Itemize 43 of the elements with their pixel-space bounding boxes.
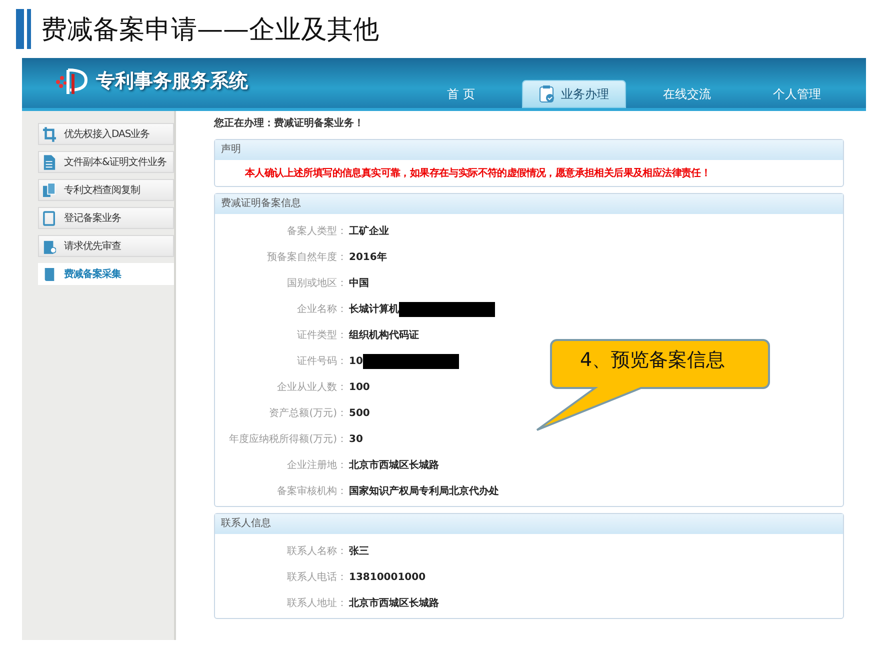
panel-header: 联系人信息: [215, 514, 843, 534]
sidebar-item[interactable]: 登记备案业务: [38, 207, 174, 229]
nav-tab[interactable]: 业务办理: [522, 80, 626, 108]
field-value: 2016年: [349, 250, 387, 264]
sidebar-item[interactable]: 优先权接入DAS业务: [38, 123, 174, 145]
field-label: 企业注册地：: [286, 458, 347, 472]
field-value: 张三: [349, 544, 369, 558]
current-task-text: 您正在办理：费减证明备案业务！: [214, 116, 365, 131]
field-value: 工矿企业: [349, 224, 389, 238]
field-value: 500: [349, 408, 370, 418]
field-label: 证件类型：: [296, 328, 347, 342]
field-label: 备案人类型：: [286, 224, 347, 238]
field-label: 年度应纳税所得额(万元)：: [228, 432, 347, 446]
field-label: 企业名称：: [296, 302, 347, 316]
sidebar-item[interactable]: 费减备案采集: [38, 263, 174, 285]
field-value: 北京市西城区长城路: [349, 458, 439, 472]
field-label: 联系人地址：: [286, 596, 347, 610]
field-value: 长城计算机: [349, 302, 399, 316]
field-value: 10: [349, 356, 363, 366]
field-value: 北京市西城区长城路: [349, 596, 439, 610]
field-label: 备案审核机构：: [276, 484, 347, 498]
field-value: 组织机构代码证: [349, 328, 419, 342]
declaration-text: 本人确认上述所填写的信息真实可靠，如果存在与实际不符的虚假情况，愿意承担相关后果及相应法律责任！: [244, 166, 712, 181]
panel-header: 声明: [215, 140, 843, 160]
field-value: 30: [349, 434, 363, 444]
slide-title: 费减备案申请——企业及其他: [41, 14, 379, 46]
sidebar-item[interactable]: 专利文档查阅复制: [38, 179, 174, 201]
field-label: 国别或地区：: [286, 276, 347, 290]
field-label: 联系人名称：: [286, 544, 347, 558]
field-value: 国家知识产权局专利局北京代办处: [349, 484, 499, 498]
field-label: 企业从业人数：: [276, 380, 347, 394]
sidebar-item[interactable]: 文件副本&证明文件业务: [38, 151, 174, 173]
field-label: 资产总额(万元)：: [268, 406, 347, 420]
callout-text: 4、预览备案信息: [580, 348, 726, 373]
field-label: 联系人电话：: [286, 570, 347, 584]
field-value: 13810001000: [349, 572, 426, 582]
field-value: 中国: [349, 276, 369, 290]
panel-header: 费减证明备案信息: [215, 194, 843, 214]
field-label: 证件号码：: [296, 355, 347, 368]
logo-text: 专利事务服务系统: [96, 69, 248, 94]
sidebar-item[interactable]: 请求优先审查: [38, 235, 174, 257]
field-label: 预备案自然年度：: [266, 250, 347, 264]
field-value: 100: [349, 382, 370, 392]
